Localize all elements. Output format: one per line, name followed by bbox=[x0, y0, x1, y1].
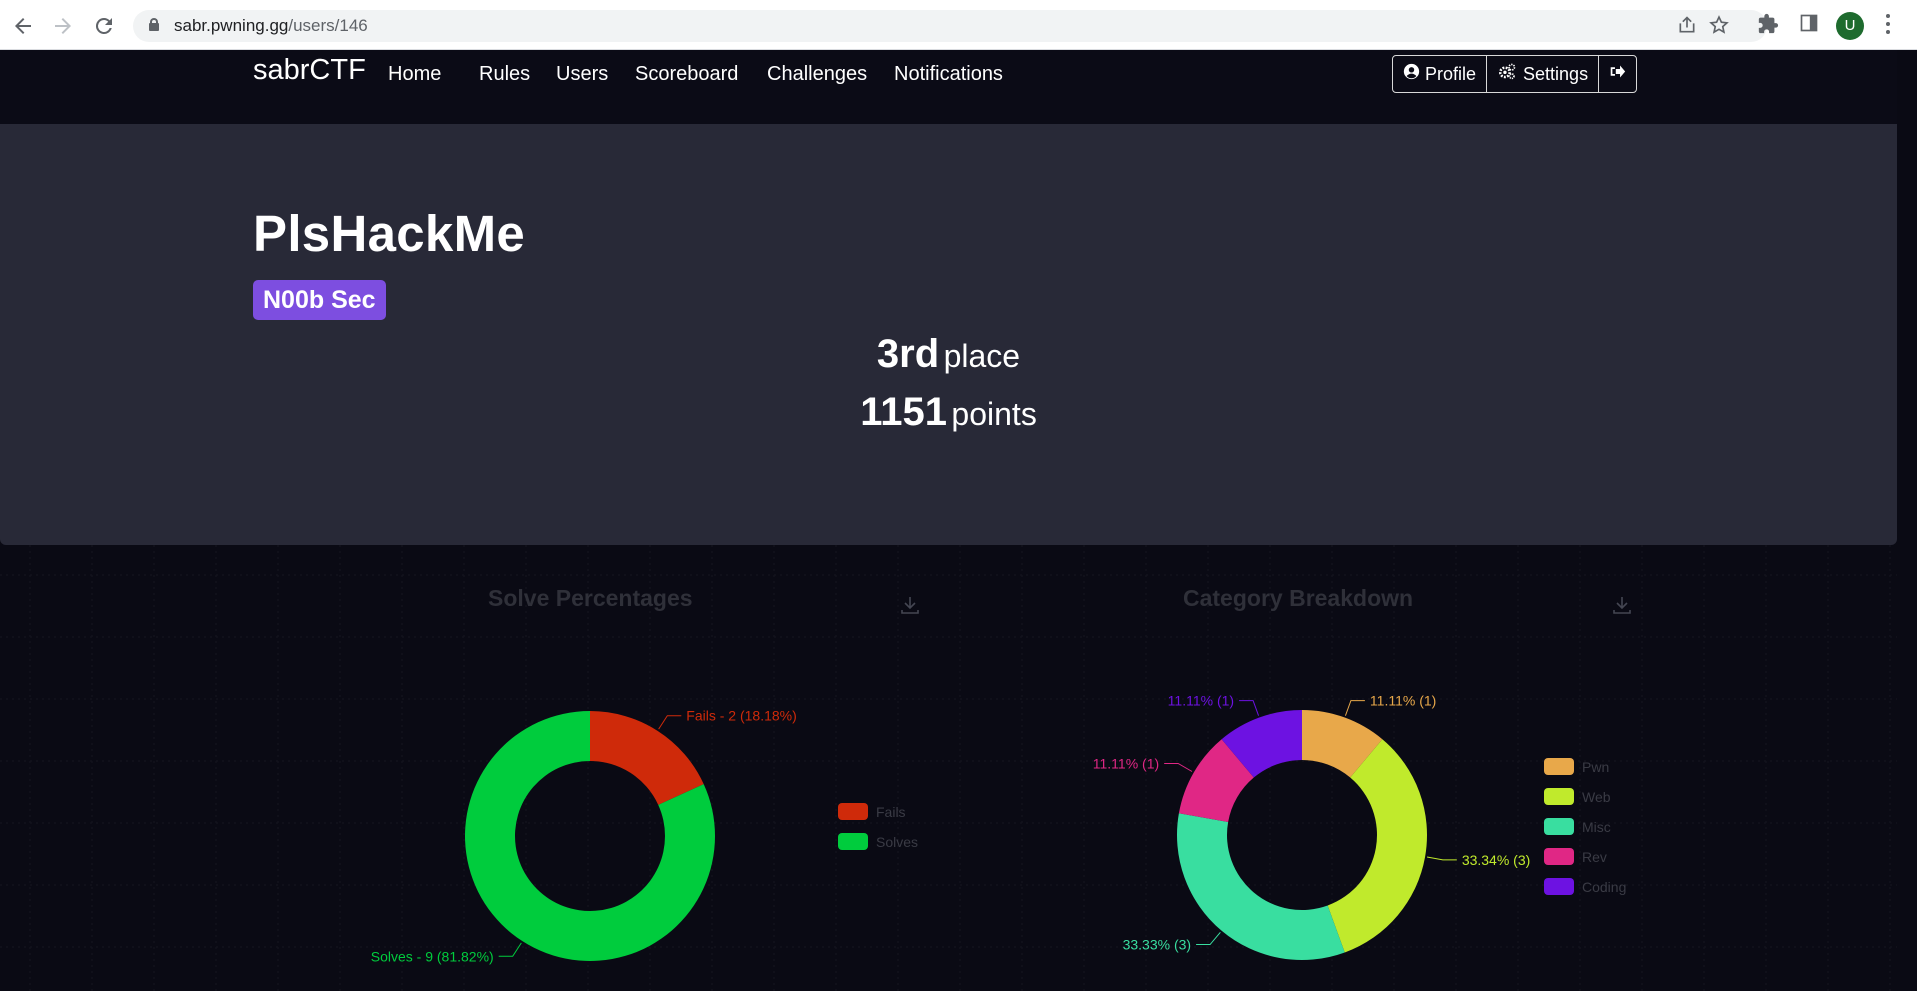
share-icon[interactable] bbox=[1676, 15, 1698, 37]
legend-swatch[interactable] bbox=[1544, 758, 1574, 775]
legend-swatch[interactable] bbox=[1544, 848, 1574, 865]
slice-fails[interactable] bbox=[590, 711, 704, 805]
donut-chart-1: 11.11% (1) 33.34% (3) 33.33% (3) 11.11% (1)… bbox=[1093, 693, 1626, 961]
user-name: PlsHackMe bbox=[253, 205, 526, 262]
legend-label[interactable]: Rev bbox=[1582, 849, 1607, 865]
url-text[interactable]: sabr.pwning.gg/users/146 bbox=[174, 16, 368, 36]
download-icon[interactable] bbox=[1612, 595, 1632, 615]
address-bar[interactable]: sabr.pwning.gg/users/146 bbox=[133, 10, 1767, 42]
settings-button-label: Settings bbox=[1523, 63, 1589, 84]
legend-swatch[interactable] bbox=[838, 833, 868, 850]
forward-arrow-icon[interactable] bbox=[51, 14, 75, 38]
slice-misc[interactable] bbox=[1177, 813, 1345, 961]
brand-logo[interactable]: sabrCTF bbox=[253, 54, 366, 87]
slice-label: 11.11% (1) bbox=[1093, 756, 1159, 772]
site-navbar: sabrCTF Home Rules Users Scoreboard Chal… bbox=[0, 50, 1897, 124]
team-badge[interactable]: N00b Sec bbox=[253, 280, 386, 320]
account-button-group: Profile Settings bbox=[1392, 55, 1638, 93]
user-place: 3rd place bbox=[0, 332, 1897, 377]
nav-challenges[interactable]: Challenges bbox=[767, 63, 867, 86]
place-label: place bbox=[943, 338, 1021, 374]
slice-label: 11.11% (1) bbox=[1370, 693, 1436, 709]
nav-home[interactable]: Home bbox=[388, 63, 441, 86]
slice-leader-line bbox=[658, 715, 682, 730]
bookmark-star-icon[interactable] bbox=[1708, 15, 1730, 37]
download-icon[interactable] bbox=[900, 595, 920, 615]
legend-label[interactable]: Pwn bbox=[1582, 759, 1609, 775]
chart-title-categories: Category Breakdown bbox=[1183, 585, 1414, 611]
side-panel-icon[interactable] bbox=[1797, 13, 1821, 37]
profile-button-label: Profile bbox=[1425, 63, 1477, 84]
legend-swatch[interactable] bbox=[1544, 818, 1574, 835]
gears-icon bbox=[1497, 63, 1518, 85]
legend-swatch[interactable] bbox=[838, 803, 868, 820]
points-label: points bbox=[951, 396, 1037, 432]
legend-label[interactable]: Web bbox=[1582, 789, 1611, 805]
user-circle-icon bbox=[1403, 63, 1420, 85]
slice-leader-line bbox=[1344, 700, 1365, 716]
settings-button[interactable]: Settings bbox=[1487, 56, 1600, 92]
browser-toolbar: sabr.pwning.gg/users/146 U bbox=[0, 0, 1917, 50]
charts-section: Fails - 2 (18.18%) Solves - 9 (81.82%) Fai… bbox=[0, 545, 1897, 991]
place-number: 3rd bbox=[876, 332, 940, 376]
slice-leader-line bbox=[1164, 763, 1193, 772]
lock-icon[interactable] bbox=[149, 18, 159, 31]
nav-rules[interactable]: Rules bbox=[479, 63, 530, 86]
back-arrow-icon[interactable] bbox=[11, 14, 35, 38]
donut-chart-0: Fails - 2 (18.18%) Solves - 9 (81.82%) Fai… bbox=[371, 708, 918, 965]
slice-leader-line bbox=[1426, 856, 1457, 861]
user-points: 1151 points bbox=[0, 390, 1897, 435]
reload-icon[interactable] bbox=[92, 14, 116, 38]
legend-label[interactable]: Misc bbox=[1582, 819, 1611, 835]
legend-label[interactable]: Solves bbox=[876, 834, 918, 850]
menu-kebab-icon[interactable] bbox=[1885, 14, 1891, 36]
slice-leader-line bbox=[1239, 700, 1260, 716]
profile-avatar[interactable]: U bbox=[1836, 12, 1864, 40]
sign-out-icon bbox=[1609, 63, 1626, 85]
slice-leader-line bbox=[498, 942, 522, 957]
slice-label: 11.11% (1) bbox=[1168, 693, 1234, 709]
nav-users[interactable]: Users bbox=[556, 63, 608, 86]
slice-label: Solves - 9 (81.82%) bbox=[371, 948, 494, 964]
nav-scoreboard[interactable]: Scoreboard bbox=[635, 63, 738, 86]
logout-button[interactable] bbox=[1599, 56, 1636, 92]
chart-title-solves: Solve Percentages bbox=[488, 585, 693, 611]
extensions-icon[interactable] bbox=[1756, 13, 1780, 37]
legend-label[interactable]: Coding bbox=[1582, 879, 1626, 895]
nav-notifications[interactable]: Notifications bbox=[894, 63, 1003, 86]
points-number: 1151 bbox=[860, 390, 947, 434]
legend-label[interactable]: Fails bbox=[876, 804, 906, 820]
slice-label: 33.33% (3) bbox=[1123, 937, 1191, 953]
slice-label: 33.34% (3) bbox=[1462, 852, 1530, 868]
legend-swatch[interactable] bbox=[1544, 788, 1574, 805]
profile-button[interactable]: Profile bbox=[1393, 56, 1488, 92]
user-header: PlsHackMe N00b Sec 3rd place 1151 points bbox=[0, 124, 1897, 545]
legend-swatch[interactable] bbox=[1544, 878, 1574, 895]
slice-label: Fails - 2 (18.18%) bbox=[686, 708, 796, 724]
